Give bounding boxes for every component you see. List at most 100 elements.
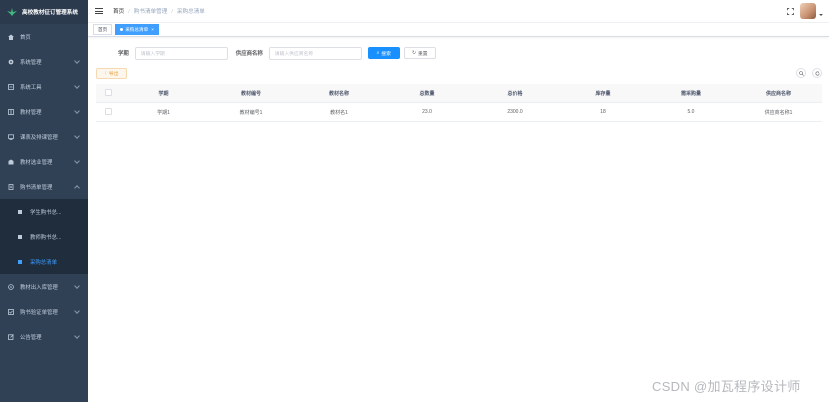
close-icon[interactable]: × [151,27,154,32]
breadcrumb-parent: 购书清单管理 [133,9,168,15]
search-icon [798,70,804,76]
sidebar-item-schedule[interactable]: 课表及排课管理 [0,124,88,149]
tags-view: 首页 采购总清单 × [88,22,829,37]
submenu-item-label: 采购总清单 [30,259,57,266]
chevron-down-icon [74,333,80,339]
check-icon [8,308,14,315]
sidebar-item-label: 教材管理 [20,109,42,116]
warehouse-icon [8,283,14,290]
monitor-icon [8,133,14,140]
hamburger-icon[interactable] [95,7,103,16]
document-icon [8,183,14,190]
search-icon: ⌕ [376,51,380,56]
column-header[interactable]: 总价格 [471,90,559,97]
sidebar-item-home[interactable]: 首页 [0,24,88,49]
chevron-down-icon [74,83,80,89]
table-cell: 5.0 [687,109,695,115]
table-cell: 教材名1 [330,109,348,116]
submenu-item-label: 教师购书总... [30,234,62,241]
sidebar-item-label: 首页 [20,34,31,41]
sidebar-item-verification[interactable]: 购书验证单管理 [0,299,88,324]
watermark: CSDN @加瓦程序设计师 [652,379,801,394]
export-button[interactable]: ↓ 导出 [96,68,127,79]
submenu-item-teacher-purchase[interactable]: 教师购书总... [0,224,88,249]
table-header: 学期 教材编号 教材名称 总数量 总价格 库存量 需采购量 供应商名称 [96,84,822,103]
supplier-input[interactable]: 请输入供应商名称 [268,46,362,60]
caret-down-icon[interactable] [819,14,823,16]
table-cell: 学期1 [157,109,170,116]
column-header[interactable]: 教材编号 [207,90,295,97]
search-button-label: 搜索 [381,51,391,57]
edit-icon [8,333,14,340]
column-header[interactable]: 供应商名称 [735,90,822,97]
breadcrumb-current: 采购总清单 [176,9,205,15]
breadcrumb-home[interactable]: 首页 [113,9,124,15]
sidebar-item-label: 教材出入库管理 [20,284,58,291]
table-cell: 供应商名称1 [764,109,793,116]
sidebar-item-selection[interactable]: 教材选业管理 [0,149,88,174]
top-navbar: 首页 / 购书清单管理 / 采购总清单 [88,0,829,23]
toggle-search-button[interactable] [796,68,806,78]
tool-icon [8,83,14,90]
building-icon [8,159,14,165]
breadcrumb: 首页 / 购书清单管理 / 采购总清单 [113,9,205,15]
submenu-item-procurement-total[interactable]: 采购总清单 [0,249,88,274]
table-cell: 23.0 [422,109,432,115]
chevron-down-icon [74,133,80,139]
sidebar-item-system[interactable]: 系统管理 [0,49,88,74]
refresh-icon [815,70,819,75]
submenu-purchase-list: 学生购书总... 教师购书总... 采购总清单 [0,199,88,274]
chevron-up-icon [74,185,80,191]
app-title: 高校教材征订管理系统 [22,10,78,16]
chevron-down-icon [74,158,80,164]
download-icon: ↓ [104,71,107,76]
sidebar-item-purchase-list[interactable]: 购书清单管理 [0,174,88,199]
reset-button-label: 重置 [417,51,428,57]
reset-button[interactable]: ↻ 重置 [403,47,436,59]
column-header[interactable]: 学期 [120,90,207,97]
sidebar-item-textbook[interactable]: 教材管理 [0,99,88,124]
table-cell: 18 [600,109,606,115]
refresh-button[interactable] [812,68,822,78]
column-header[interactable]: 库存量 [559,90,647,97]
sidebar-item-tools[interactable]: 系统工具 [0,74,88,99]
table-cell: 教材编号1 [239,109,263,116]
submenu-item-student-purchase[interactable]: 学生购书总... [0,199,88,224]
fullscreen-icon[interactable] [787,7,794,15]
chevron-down-icon [74,308,80,314]
chevron-down-icon [74,108,80,114]
tag-current[interactable]: 采购总清单 × [115,23,159,35]
sidebar-item-label: 公告管理 [20,334,42,341]
data-table: 学期 教材编号 教材名称 总数量 总价格 库存量 需采购量 供应商名称 学期1 … [96,84,822,122]
avatar[interactable] [800,3,816,19]
sidebar-item-label: 课表及排课管理 [20,134,58,141]
search-button[interactable]: ⌕ 搜索 [367,47,400,59]
sidebar-item-label: 系统管理 [20,59,42,66]
sidebar-item-inventory[interactable]: 教材出入库管理 [0,274,88,299]
sidebar-item-label: 系统工具 [20,84,42,91]
term-input[interactable]: 请输入学期 [134,46,228,60]
column-header[interactable]: 需采购量 [647,90,735,97]
select-all-checkbox[interactable] [104,88,112,96]
chevron-down-icon [74,58,80,64]
submenu-item-label: 学生购书总... [30,209,62,216]
active-dot-icon [120,27,124,31]
sidebar-item-announcement[interactable]: 公告管理 [0,324,88,349]
row-checkbox[interactable] [104,107,112,115]
gear-icon [8,59,14,65]
column-header[interactable]: 总数量 [383,90,471,97]
sidebar-item-label: 教材选业管理 [20,159,53,166]
search-form: 学期 请输入学期 供应商名称 请输入供应商名称 ⌕ 搜索 ↻ 重置 [88,45,829,61]
sidebar-item-label: 购书验证单管理 [20,309,58,316]
chevron-down-icon [74,283,80,289]
column-header[interactable]: 教材名称 [295,90,383,97]
home-icon [8,34,14,40]
tag-home[interactable]: 首页 [93,23,113,35]
supplier-label: 供应商名称 [235,51,263,57]
sidebar: 高校教材征订管理系统 首页 系统管理 系统工具 教材管理 课表及排课管理 教材选… [0,0,88,402]
table-row[interactable]: 学期1 教材编号1 教材名1 23.0 2300.0 18 5.0 供应商名称1 [96,103,822,122]
app-logo[interactable]: 高校教材征订管理系统 [0,0,88,24]
export-button-label: 导出 [108,72,119,77]
term-label: 学期 [118,51,129,57]
refresh-icon: ↻ [411,50,416,56]
